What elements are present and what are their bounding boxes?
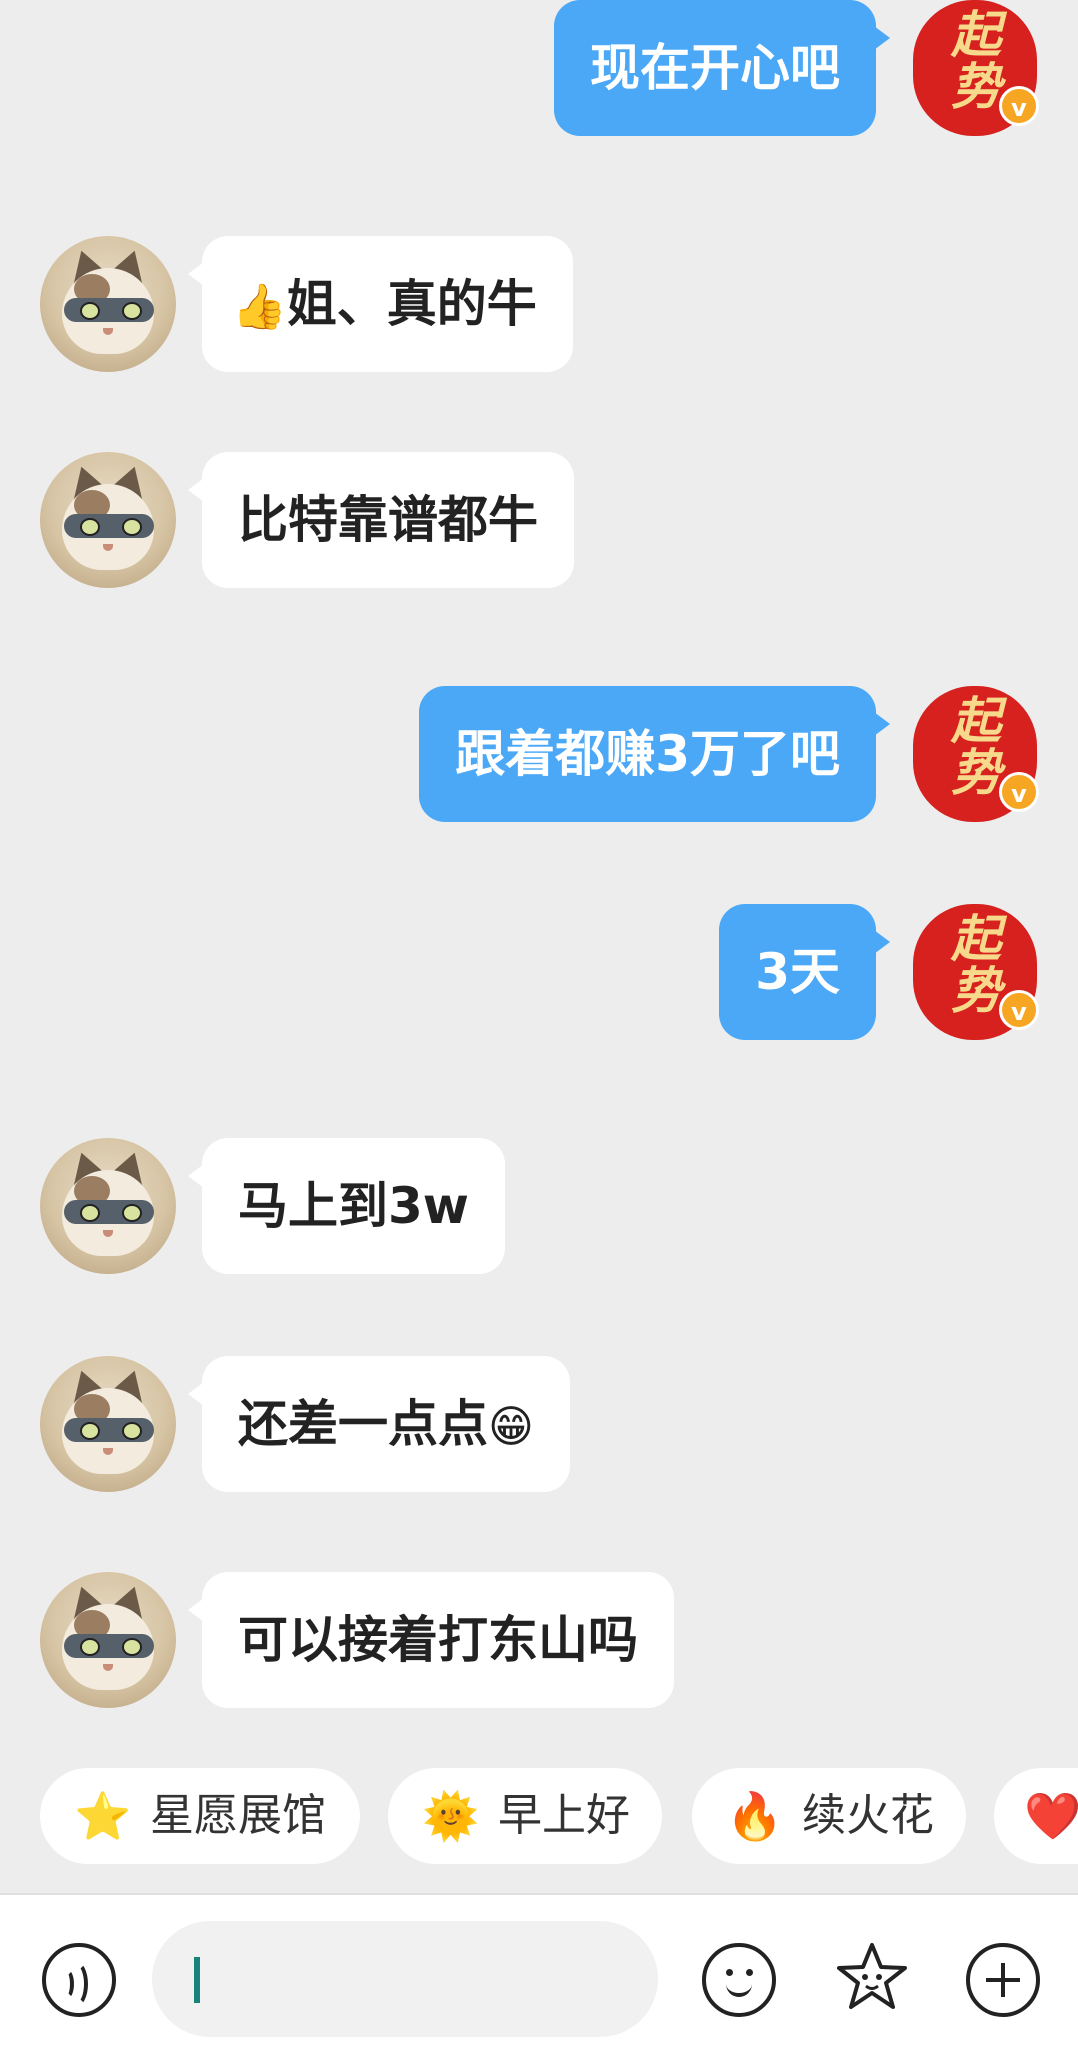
grin-emoji-icon: 😁 bbox=[488, 1401, 534, 1453]
cat-eye-icon bbox=[80, 1638, 100, 1656]
message-text: 现在开心吧 bbox=[590, 39, 840, 97]
sun-icon: 🌞 bbox=[422, 1789, 480, 1843]
voice-wave-icon bbox=[64, 1961, 88, 2007]
cat-eye-icon bbox=[80, 1422, 100, 1440]
face-eye-icon bbox=[726, 1969, 733, 1976]
message-text: 马上到3w bbox=[238, 1177, 469, 1235]
verified-badge-icon: v bbox=[999, 86, 1039, 126]
message-row: 👍姐、真的牛 bbox=[0, 236, 1078, 372]
cat-eye-icon bbox=[122, 1204, 142, 1222]
plus-bar-icon bbox=[1001, 1963, 1005, 1997]
message-input[interactable] bbox=[152, 1921, 658, 2037]
message-bubble-other[interactable]: 👍姐、真的牛 bbox=[188, 236, 573, 372]
text-caret bbox=[194, 1957, 200, 2003]
voice-input-icon[interactable] bbox=[42, 1943, 116, 2017]
message-row: 比特靠谱都牛 bbox=[0, 452, 1078, 588]
chip-label: 星愿展馆 bbox=[150, 1790, 326, 1841]
chip-good-morning[interactable]: 🌞 早上好 bbox=[388, 1768, 662, 1864]
message-bubble-other[interactable]: 比特靠谱都牛 bbox=[188, 452, 574, 588]
thumbs-up-icon: 👍 bbox=[232, 281, 287, 333]
emoji-face-icon[interactable] bbox=[702, 1943, 776, 2017]
message-text: 姐、真的牛 bbox=[286, 275, 537, 333]
message-text: 比特靠谱都牛 bbox=[238, 491, 538, 549]
fire-icon: 🔥 bbox=[726, 1789, 784, 1843]
avatar-char: 起 bbox=[951, 5, 1001, 64]
message-text: 3天 bbox=[755, 943, 840, 1001]
message-bubble-self[interactable]: 现在开心吧 bbox=[554, 0, 890, 136]
chip-label: 早上好 bbox=[498, 1790, 630, 1841]
cat-eye-icon bbox=[122, 302, 142, 320]
cat-eye-icon bbox=[80, 1204, 100, 1222]
message-row: 跟着都赚3万了吧 起 势 v bbox=[0, 686, 1078, 822]
contact-avatar[interactable] bbox=[40, 452, 176, 588]
self-avatar[interactable]: 起 势 v bbox=[913, 0, 1039, 136]
cat-eye-icon bbox=[80, 518, 100, 536]
face-eye-icon bbox=[746, 1969, 753, 1976]
message-text: 可以接着打东山吗 bbox=[238, 1611, 638, 1669]
cat-eye-icon bbox=[122, 1422, 142, 1440]
self-avatar[interactable]: 起 势 v bbox=[913, 904, 1039, 1040]
contact-avatar[interactable] bbox=[40, 1138, 176, 1274]
verified-badge-icon: v bbox=[999, 772, 1039, 812]
message-row: 3天 起 势 v bbox=[0, 904, 1078, 1040]
chip-heart[interactable]: ❤️ bbox=[994, 1768, 1078, 1864]
message-row: 现在开心吧 起 势 v bbox=[0, 0, 1078, 136]
sticker-star-icon[interactable] bbox=[830, 1937, 914, 2021]
message-input-bar bbox=[0, 1895, 1078, 2062]
message-bubble-other[interactable]: 马上到3w bbox=[188, 1138, 505, 1274]
message-row: 还差一点点😁 bbox=[0, 1356, 1078, 1492]
cat-eye-icon bbox=[122, 1638, 142, 1656]
plus-icon[interactable] bbox=[966, 1943, 1040, 2017]
heart-icon: ❤️ bbox=[1024, 1789, 1078, 1843]
contact-avatar[interactable] bbox=[40, 236, 176, 372]
face-smile-icon bbox=[726, 1979, 752, 1997]
verified-badge-icon: v bbox=[999, 990, 1039, 1030]
quick-action-bar: ⭐ 星愿展馆 🌞 早上好 🔥 续火花 ❤️ bbox=[0, 1768, 1078, 1864]
star-icon: ⭐ bbox=[74, 1789, 132, 1843]
message-text: 还差一点点 bbox=[238, 1395, 488, 1453]
chip-continue-spark[interactable]: 🔥 续火花 bbox=[692, 1768, 966, 1864]
message-row: 马上到3w bbox=[0, 1138, 1078, 1274]
message-bubble-other[interactable]: 可以接着打东山吗 bbox=[188, 1572, 674, 1708]
chip-label: 续火花 bbox=[802, 1790, 934, 1841]
contact-avatar[interactable] bbox=[40, 1356, 176, 1492]
contact-avatar[interactable] bbox=[40, 1572, 176, 1708]
message-text: 跟着都赚3万了吧 bbox=[455, 725, 840, 783]
chip-star-wish[interactable]: ⭐ 星愿展馆 bbox=[40, 1768, 360, 1864]
cat-eye-icon bbox=[122, 518, 142, 536]
message-row: 可以接着打东山吗 bbox=[0, 1572, 1078, 1708]
message-bubble-self[interactable]: 3天 bbox=[719, 904, 890, 1040]
cat-eye-icon bbox=[80, 302, 100, 320]
avatar-char: 起 bbox=[951, 691, 1001, 750]
message-bubble-self[interactable]: 跟着都赚3万了吧 bbox=[419, 686, 890, 822]
avatar-char: 起 bbox=[951, 909, 1001, 968]
message-bubble-other[interactable]: 还差一点点😁 bbox=[188, 1356, 570, 1492]
self-avatar[interactable]: 起 势 v bbox=[913, 686, 1039, 822]
